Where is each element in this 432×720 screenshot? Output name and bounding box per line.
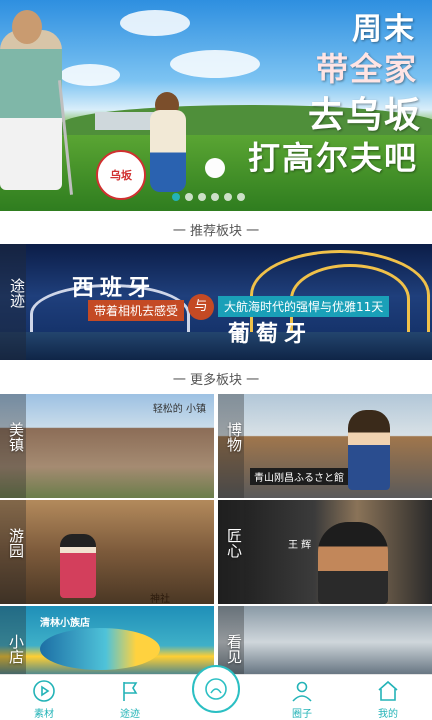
tile-label: 博物 — [225, 422, 243, 452]
tile-caption: 清林小族店 — [40, 618, 90, 629]
promo-banner[interactable]: 乌坂 周末 带全家 去乌坂 打高尔夫吧 — [0, 0, 432, 211]
carousel-dot[interactable] — [198, 193, 206, 201]
carousel-dot[interactable] — [172, 193, 180, 201]
craftsman-figure — [318, 522, 388, 604]
statue-figure — [348, 410, 390, 490]
nav-item-camera[interactable] — [192, 665, 240, 713]
water-shape — [0, 332, 432, 360]
carousel-dots[interactable] — [172, 193, 245, 201]
flag-icon — [123, 682, 138, 701]
adult-figure — [0, 30, 62, 190]
category-tile-garden[interactable]: 游园 神社 — [0, 500, 214, 604]
nav-label: 素材 — [34, 709, 54, 720]
carousel-dot[interactable] — [224, 193, 232, 201]
category-tile-town[interactable]: 美镇 轻松的 小镇 — [0, 394, 214, 498]
nav-label: 圈子 — [292, 709, 312, 720]
tile-label: 小店 — [7, 634, 25, 664]
featured-connector: 与 — [188, 294, 214, 320]
banner-slogan-line: 带全家 — [315, 50, 418, 88]
fish-shape — [40, 628, 160, 670]
recommended-section-title: 一 推荐板块 一 — [172, 224, 260, 239]
banner-slogan-line: 周末 — [352, 12, 416, 47]
featured-title-spain: 西班牙 — [72, 276, 157, 301]
tile-label: 美镇 — [7, 422, 25, 452]
brand-badge: 乌坂 — [96, 150, 146, 200]
nav-item-materials[interactable]: 素材 — [14, 675, 74, 720]
carousel-dot[interactable] — [237, 193, 245, 201]
nav-item-circle[interactable]: 圈子 — [272, 675, 332, 720]
tile-label: 匠心 — [225, 528, 243, 558]
kimono-figure — [60, 534, 96, 598]
child-figure — [150, 110, 186, 192]
nav-label: 我的 — [378, 709, 398, 720]
featured-title-portugal: 葡萄牙 — [228, 322, 313, 347]
carousel-dot[interactable] — [211, 193, 219, 201]
featured-tag-left: 带着相机去感受 — [88, 300, 185, 321]
carousel-dot[interactable] — [185, 193, 193, 201]
featured-tag-right: 大航海时代的强悍与优雅11天 — [218, 296, 390, 317]
featured-card[interactable]: 途迹 西班牙 带着相机去感受 与 大航海时代的强悍与优雅11天 葡萄牙 — [0, 244, 432, 360]
cloud-shape — [120, 10, 190, 36]
tile-label: 看见 — [225, 634, 243, 664]
bottom-nav: 素材 途迹 圈子 我的 — [0, 665, 432, 720]
golf-ball — [205, 158, 225, 178]
nav-item-trails[interactable]: 途迹 — [100, 675, 160, 720]
banner-slogan-line: 打高尔夫吧 — [247, 139, 418, 177]
tile-caption: 轻松的 小镇 — [152, 404, 206, 415]
nav-item-mine[interactable]: 我的 — [358, 675, 418, 720]
category-tile-museum[interactable]: 博物 青山刚昌ふるさと館 — [218, 394, 432, 498]
category-tile-craftsman[interactable]: 匠心 王 辉 — [218, 500, 432, 604]
featured-side-label: 途迹 — [8, 278, 26, 308]
home-icon — [378, 680, 398, 701]
category-tile-see[interactable]: 看见 — [218, 606, 432, 678]
camera-lens-icon — [205, 678, 227, 700]
more-section-title: 一 更多板块 一 — [172, 373, 260, 388]
nav-label: 途迹 — [120, 709, 140, 720]
brand-badge-text: 乌坂 — [110, 169, 132, 182]
cloud-shape — [170, 50, 260, 78]
category-tile-shop[interactable]: 小店 清林小族店 — [0, 606, 214, 678]
play-icon — [33, 680, 55, 702]
cloud-shape — [60, 64, 120, 86]
tile-caption: 青山刚昌ふるさと館 — [250, 468, 348, 485]
user-icon — [292, 681, 312, 702]
adult-head — [12, 10, 42, 44]
tile-caption: 神社 — [150, 594, 170, 604]
tile-caption: 王 辉 — [288, 540, 312, 551]
banner-slogan-line: 去乌坂 — [307, 95, 422, 136]
tile-label: 游园 — [7, 528, 25, 558]
